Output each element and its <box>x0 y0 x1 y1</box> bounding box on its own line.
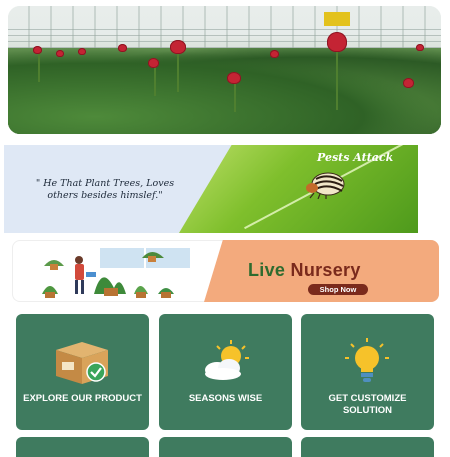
card-partial[interactable] <box>159 437 292 457</box>
card-partial[interactable] <box>301 437 434 457</box>
card-partial[interactable] <box>16 437 149 457</box>
card-explore-product[interactable]: EXPLORE OUR PRODUCT <box>16 314 149 430</box>
rose-stem <box>234 82 236 112</box>
greenhouse-banner[interactable] <box>8 6 441 134</box>
card-label: SEASONS WISE <box>188 393 263 404</box>
greenhouse-roof-lines <box>8 24 441 48</box>
rose-stem <box>154 66 156 96</box>
rose-flower <box>270 50 279 58</box>
box-icon <box>56 342 108 384</box>
beetle-icon <box>306 172 345 199</box>
shop-now-button[interactable]: Shop Now <box>308 284 368 295</box>
pests-attack-title: Pests Attack <box>317 151 394 164</box>
card-seasons-wise[interactable]: SEASONS WISE <box>159 314 292 430</box>
quote-text: " He That Plant Trees, Loves others besi… <box>35 178 175 201</box>
rose-flower <box>227 72 241 84</box>
nursery-title-nursery: Nursery <box>290 260 361 280</box>
rose-stem <box>38 52 40 82</box>
rose-flower <box>148 58 159 68</box>
rose-flower <box>56 50 64 57</box>
bulb-icon <box>345 338 389 382</box>
rose-flower <box>403 78 414 88</box>
rose-stem <box>177 52 179 92</box>
card-label: GET CUSTOMIZE SOLUTION <box>328 393 407 416</box>
live-nursery-banner[interactable]: Live Nursery Shop Now <box>12 240 439 302</box>
rose-flower <box>33 46 42 54</box>
rose-flower <box>78 48 86 55</box>
rose-stem <box>336 50 338 110</box>
nursery-title-live: Live <box>248 260 286 280</box>
rose-flower <box>416 44 424 51</box>
nursery-title: Live Nursery <box>248 260 361 281</box>
rose-flower <box>327 32 347 52</box>
card-label: EXPLORE OUR PRODUCT <box>23 393 142 404</box>
rose-flower <box>118 44 127 52</box>
card-customize-solution[interactable]: GET CUSTOMIZE SOLUTION <box>301 314 434 430</box>
rose-flower <box>170 40 186 54</box>
greenhouse-sign <box>324 12 350 26</box>
nursery-plants-illustration <box>42 248 190 298</box>
pests-attack-banner[interactable]: " He That Plant Trees, Loves others besi… <box>4 145 418 233</box>
weather-icon <box>205 340 249 380</box>
rose-field <box>8 48 441 134</box>
